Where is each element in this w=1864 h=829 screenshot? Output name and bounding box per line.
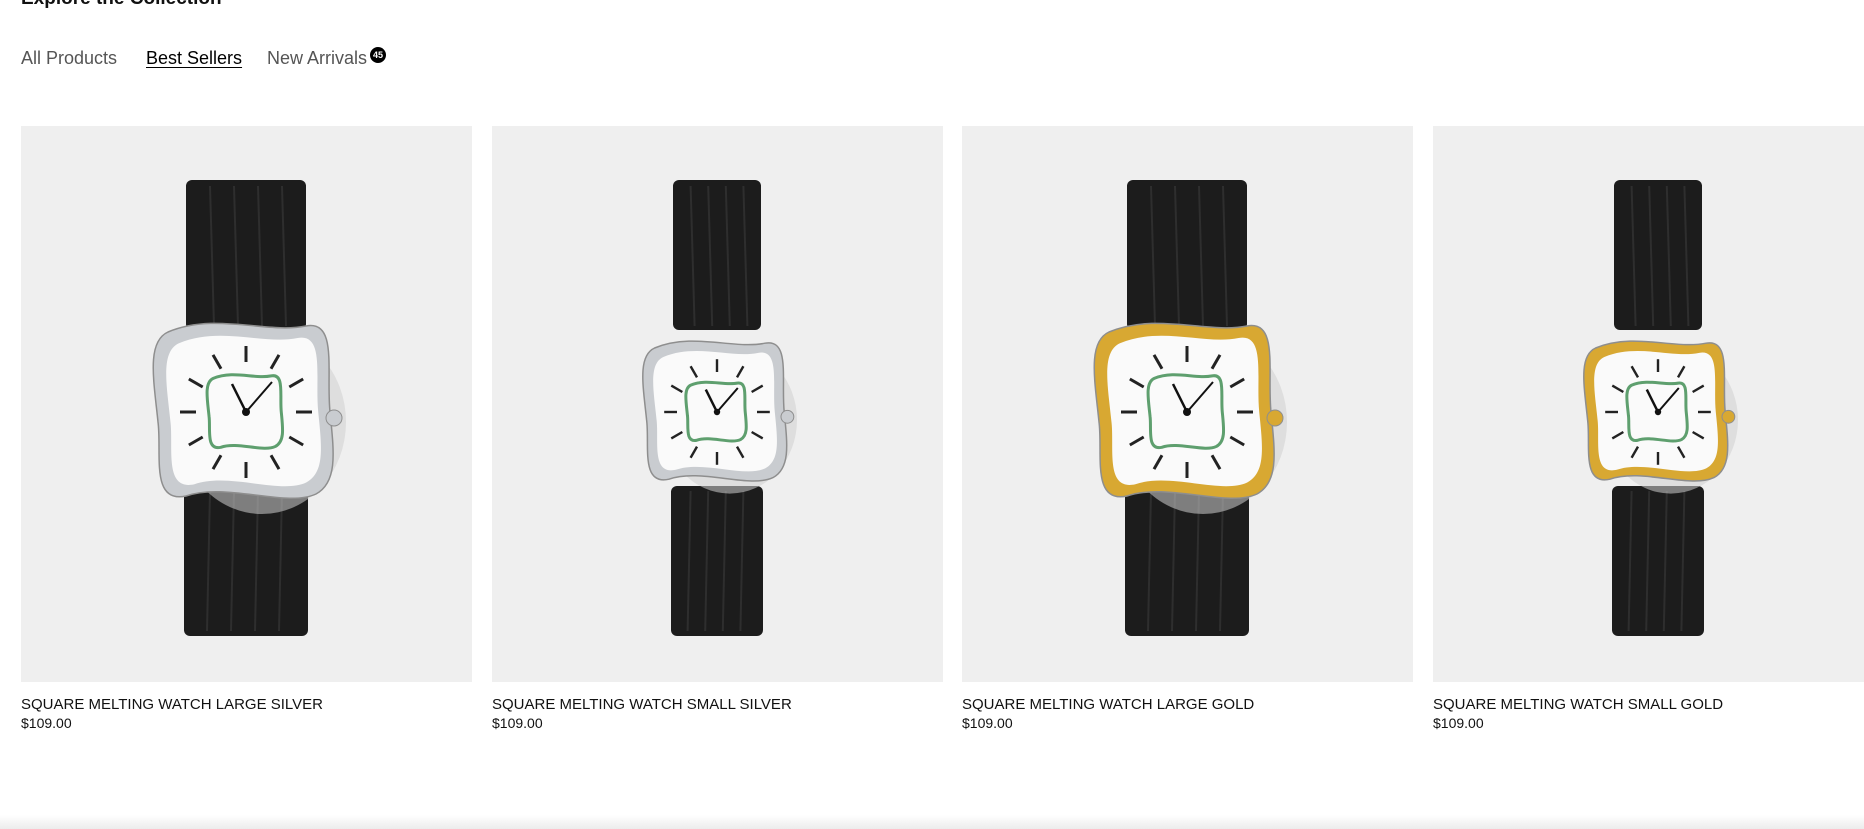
product-price: $109.00 <box>21 715 72 731</box>
strap-bottom <box>671 486 763 636</box>
hands-pivot <box>1654 408 1662 416</box>
product-image[interactable] <box>492 126 943 682</box>
hands-pivot <box>242 408 250 416</box>
product-price: $109.00 <box>1433 715 1484 731</box>
product-name[interactable]: SQUARE MELTING WATCH LARGE SILVER <box>21 696 472 714</box>
hands-pivot <box>713 408 721 416</box>
product-image[interactable] <box>21 126 472 682</box>
product-card[interactable]: SQUARE MELTING WATCH LARGE SILVER $109.0… <box>21 126 472 733</box>
product-name[interactable]: SQUARE MELTING WATCH SMALL SILVER <box>492 696 943 714</box>
product-card[interactable]: SQUARE MELTING WATCH LARGE GOLD $109.00 <box>962 126 1413 733</box>
watch-crown <box>1266 409 1284 427</box>
watch-crown <box>325 409 343 427</box>
watch-crown <box>780 409 795 424</box>
product-card[interactable]: SQUARE MELTING WATCH SMALL GOLD $109.00 <box>1433 126 1864 733</box>
product-image[interactable] <box>1433 126 1864 682</box>
tab-best-sellers[interactable]: Best Sellers <box>146 44 242 72</box>
tab-all-products[interactable]: All Products <box>21 44 117 72</box>
product-price: $109.00 <box>962 715 1013 731</box>
hands-pivot <box>1183 408 1191 416</box>
watch-image <box>642 180 797 636</box>
watch-crown <box>1721 409 1736 424</box>
section-title: Explore the Collection <box>21 0 222 10</box>
product-price: $109.00 <box>492 715 543 731</box>
product-name[interactable]: SQUARE MELTING WATCH LARGE GOLD <box>962 696 1413 714</box>
strap-top <box>1127 180 1247 330</box>
watch-image <box>1093 180 1287 636</box>
strap-bottom <box>1612 486 1704 636</box>
product-card[interactable]: SQUARE MELTING WATCH SMALL SILVER $109.0… <box>492 126 943 733</box>
product-name[interactable]: SQUARE MELTING WATCH SMALL GOLD <box>1433 696 1864 714</box>
tab-new-arrivals[interactable]: New Arrivals <box>267 44 367 72</box>
product-image[interactable] <box>962 126 1413 682</box>
watch-image <box>152 180 346 636</box>
watch-image <box>1583 180 1738 636</box>
page-bottom-divider <box>0 815 1864 829</box>
new-arrivals-count-badge: 45 <box>370 47 386 63</box>
strap-top <box>186 180 306 330</box>
